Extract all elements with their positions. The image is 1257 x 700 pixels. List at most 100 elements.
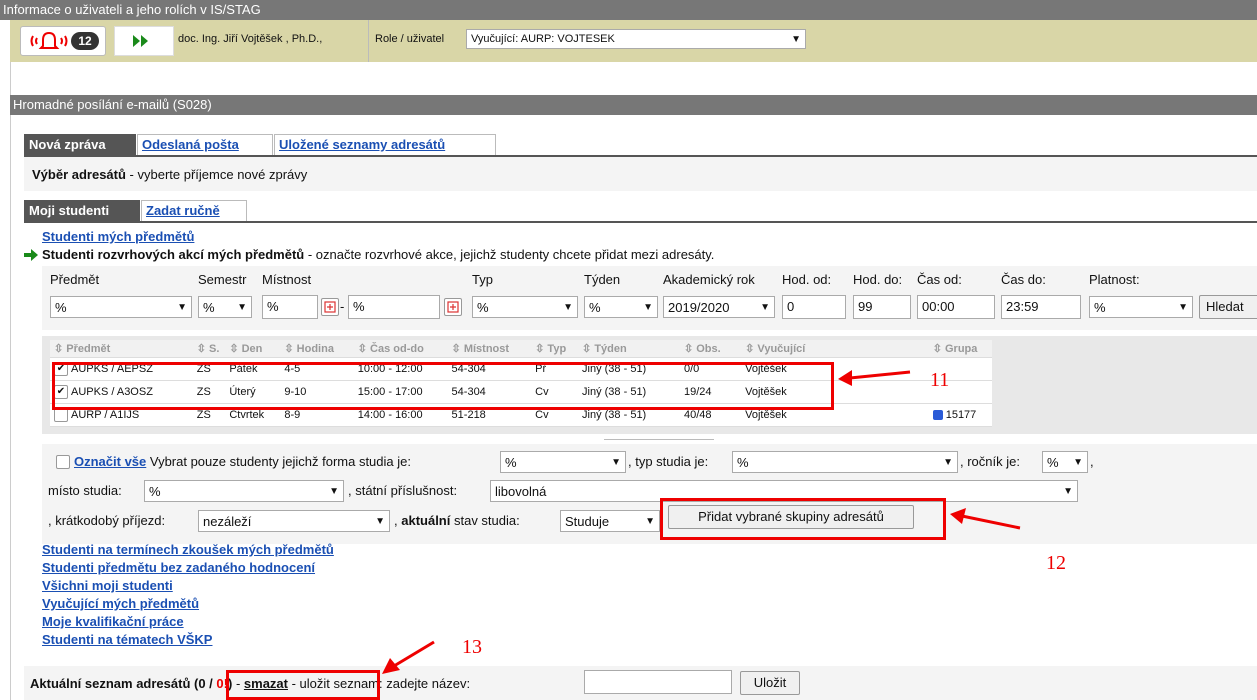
aktualni-label: , aktuální stav studia:: [394, 513, 520, 528]
col-semestr[interactable]: ⇳ S.: [192, 340, 226, 358]
link-studenti-mych-predmetu[interactable]: Studenti mých předmětů: [42, 229, 194, 244]
col-tyden[interactable]: ⇳ Týden: [578, 340, 680, 358]
annotation-arrow-icon: [838, 370, 911, 386]
col-label: Typ: [547, 343, 567, 355]
user-name: doc. Ing. Jiří Vojtěšek , Ph.D.,: [178, 33, 323, 45]
row-checkbox[interactable]: [54, 408, 68, 422]
rozvrh-bold: Studenti rozvrhových akcí mých předmětů: [42, 247, 305, 262]
typ-studia-value: %: [737, 454, 749, 470]
select-semestr[interactable]: % ▼: [198, 296, 252, 318]
mistnost-dash: -: [340, 299, 345, 314]
annotation-arrow-icon: [382, 640, 435, 674]
subtab-zadat-rucne[interactable]: Zadat ručně: [141, 200, 247, 221]
link-studenti-bez-hodnoceni[interactable]: Studenti předmětu bez zadaného hodnocení: [42, 560, 315, 575]
input-hod-od[interactable]: 0: [782, 295, 846, 319]
aktualni-bold: aktuální: [401, 513, 451, 528]
label-typ: Typ: [472, 272, 493, 287]
statni-value: libovolná: [495, 483, 547, 499]
table-header-row: ⇳ Předmět ⇳ S. ⇳ Den ⇳ Hodina ⇳ Čas od-d…: [50, 340, 992, 358]
input-mistnost-to[interactable]: %: [348, 295, 440, 319]
semestr-value: %: [203, 299, 215, 315]
alarm-bell-icon: [30, 31, 68, 49]
col-typ[interactable]: ⇳ Typ: [531, 340, 579, 358]
role-label: Role / uživatel: [375, 33, 445, 45]
tab-nova-zprava[interactable]: Nová zpráva: [24, 134, 136, 155]
chevron-down-icon: ▼: [375, 515, 385, 527]
label-tyden: Týden: [584, 272, 621, 287]
col-predmet[interactable]: ⇳ Předmět: [50, 340, 193, 358]
search-button[interactable]: Hledat: [1199, 295, 1257, 319]
bulk-text-1: Vybrat pouze studenty jejichž forma stud…: [146, 454, 411, 469]
col-label: Vyučující: [757, 343, 806, 355]
predmet-value: %: [55, 299, 67, 315]
notifications-button[interactable]: 12: [20, 26, 106, 56]
role-select-value: Vyučující: AURP: VOJTESEK: [471, 33, 615, 45]
room-picker-button[interactable]: [321, 298, 339, 316]
col-mistnost[interactable]: ⇳ Místnost: [447, 340, 532, 358]
select-predmet[interactable]: % ▼: [50, 296, 192, 318]
bulk-line-1: Označit vše Vybrat pouze studenty jejich…: [74, 454, 411, 469]
link-vsichni-moji-studenti[interactable]: Všichni moji studenti: [42, 578, 173, 593]
select-platnost[interactable]: % ▼: [1089, 296, 1193, 318]
label-platnost: Platnost:: [1089, 272, 1140, 287]
select-typ[interactable]: % ▼: [472, 296, 578, 318]
role-select[interactable]: Vyučující: AURP: VOJTESEK ▼: [466, 29, 806, 49]
col-den[interactable]: ⇳ Den: [225, 340, 281, 358]
input-cas-do[interactable]: 23:59: [1001, 295, 1081, 319]
chevron-down-icon: ▼: [645, 515, 655, 527]
select-forma-studia[interactable]: % ▼: [500, 451, 626, 473]
highlight-box-rows: [52, 362, 834, 410]
list-name-input[interactable]: [584, 670, 732, 694]
select-rocnik[interactable]: % ▼: [1042, 451, 1088, 473]
select-typ-studia[interactable]: % ▼: [732, 451, 958, 473]
label-semestr: Semestr: [198, 272, 247, 287]
col-hodina[interactable]: ⇳ Hodina: [280, 340, 354, 358]
col-cas[interactable]: ⇳ Čas od-do: [353, 340, 448, 358]
input-mistnost-from[interactable]: %: [262, 295, 318, 319]
resize-handle[interactable]: [604, 439, 714, 442]
link-vyucujici-mych-predmetu[interactable]: Vyučující mých předmětů: [42, 596, 199, 611]
tyden-value: %: [589, 299, 601, 315]
rok-value: 2019/2020: [668, 299, 730, 315]
forma-value: %: [505, 454, 517, 470]
select-all-link[interactable]: Označit vše: [74, 454, 146, 469]
left-border: [10, 62, 11, 700]
chevron-down-icon: ▼: [791, 33, 801, 45]
select-kratkodoby-prijezd[interactable]: nezáleží ▼: [198, 510, 390, 532]
col-grupa[interactable]: ⇳ Grupa: [928, 340, 992, 358]
save-button[interactable]: Uložit: [740, 671, 800, 695]
annotation-13: 13: [462, 636, 482, 658]
select-misto-studia[interactable]: % ▼: [144, 480, 344, 502]
user-info-bar: 12 doc. Ing. Jiří Vojtěšek , Ph.D., Role…: [10, 20, 1257, 62]
subtab-moji-studenti[interactable]: Moji studenti: [24, 200, 140, 221]
chevron-down-icon: ▼: [1178, 301, 1188, 313]
tab-odeslana-posta[interactable]: Odeslaná pošta: [137, 134, 273, 155]
double-arrow-icon: [133, 35, 148, 47]
select-stav-studia[interactable]: Studuje ▼: [560, 510, 660, 532]
label-hod-od: Hod. od:: [782, 272, 832, 287]
chevron-down-icon: ▼: [329, 485, 339, 497]
platnost-value: %: [1094, 299, 1106, 315]
input-hod-do[interactable]: 99: [853, 295, 911, 319]
tab-ulozene-seznamy[interactable]: Uložené seznamy adresátů: [274, 134, 496, 155]
col-label: Hodina: [296, 343, 334, 355]
link-studenti-na-tematech-vskp[interactable]: Studenti na tématech VŠKP: [42, 632, 212, 647]
chevron-down-icon: ▼: [943, 456, 953, 468]
col-label: Grupa: [944, 343, 978, 355]
col-obs[interactable]: ⇳ Obs.: [679, 340, 742, 358]
link-studenti-terminy-zkousek[interactable]: Studenti na termínech zkoušek mých předm…: [42, 542, 334, 557]
chevron-down-icon: ▼: [1063, 485, 1073, 497]
select-all-checkbox[interactable]: [56, 455, 70, 469]
select-tyden[interactable]: % ▼: [584, 296, 658, 318]
annotation-11: 11: [930, 369, 950, 391]
col-label: Obs.: [696, 343, 721, 355]
input-cas-od[interactable]: 00:00: [917, 295, 995, 319]
link-moje-kvalifikacni-prace[interactable]: Moje kvalifikační práce: [42, 614, 184, 629]
col-label: Předmět: [66, 343, 111, 355]
room-picker-button-2[interactable]: [444, 298, 462, 316]
forward-button[interactable]: [114, 26, 174, 56]
select-akademicky-rok[interactable]: 2019/2020 ▼: [663, 296, 775, 318]
cell-grupa: 15177: [928, 403, 992, 427]
kratko-value: nezáleží: [203, 513, 252, 529]
col-vyucujici[interactable]: ⇳ Vyučující: [741, 340, 929, 358]
